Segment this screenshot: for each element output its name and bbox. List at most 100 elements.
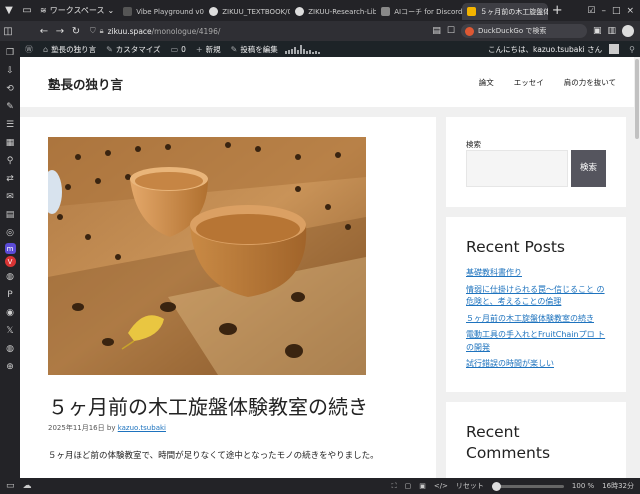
search-button[interactable]: 検索 bbox=[571, 150, 606, 187]
maximize-icon[interactable]: □ bbox=[612, 6, 621, 16]
account-menu[interactable]: こんにちは、kazuo.tsubaki さん bbox=[483, 41, 624, 57]
x-icon[interactable]: 𝕏 bbox=[2, 323, 18, 339]
post-meta: 2025年11月16日 by kazuo.tsubaki bbox=[48, 423, 166, 433]
greeting-text: こんにちは、kazuo.tsubaki さん bbox=[488, 44, 603, 54]
zoom-slider[interactable] bbox=[491, 481, 564, 491]
workspace-selector[interactable]: ≋ ワークスペース ⌄ bbox=[36, 0, 118, 21]
mail-icon[interactable]: ✉ bbox=[2, 189, 18, 205]
workspace-label: ワークスペース bbox=[49, 6, 105, 15]
close-window-icon[interactable]: × bbox=[626, 6, 634, 16]
sidebar-panel-icon[interactable]: ◫ bbox=[0, 26, 16, 37]
recent-post-link[interactable]: ５ヶ月前の木工旋盤体験教室の続き bbox=[466, 313, 608, 326]
page-scrollbar[interactable] bbox=[634, 57, 640, 478]
recent-post-link[interactable]: 電動工具の手入れとFruitChainプロ ト の開発 bbox=[466, 329, 608, 354]
recent-post-link[interactable]: 情弱に仕掛けられる罠〜信じること の危険と、考えることの倫理 bbox=[466, 284, 608, 309]
tab-zikuu-textbook[interactable]: ZIKUU_TEXTBOOK/01... bbox=[204, 3, 290, 20]
browser-side-panel: ❒ ⇩ ⟲ ✎ ☰ ▦ ⚲ ⇄ ✉ ▤ ◎ m V ◍ P ◉ 𝕏 ◍ ⊕ bbox=[0, 41, 20, 478]
translate-icon[interactable]: ⚲ bbox=[2, 153, 18, 169]
tiling-icon[interactable]: ▢ bbox=[405, 482, 412, 490]
profile-avatar[interactable] bbox=[622, 25, 634, 37]
layers-icon: ≋ bbox=[40, 6, 47, 15]
code-icon[interactable]: </> bbox=[434, 482, 448, 490]
forward-icon[interactable]: → bbox=[52, 26, 68, 37]
mastodon-icon[interactable]: m bbox=[4, 243, 16, 254]
wordpress-logo-icon[interactable]: Ⓦ bbox=[20, 41, 38, 57]
tab-current-post[interactable]: ５ヶ月前の木工旋盤体験... × bbox=[462, 3, 549, 20]
add-panel-icon[interactable]: ⊕ bbox=[2, 359, 18, 375]
comments-link[interactable]: ▭ 0 bbox=[166, 41, 191, 57]
feed-icon[interactable]: ◎ bbox=[2, 225, 18, 241]
search-engine-field[interactable]: DuckDuckGo で検索 bbox=[460, 24, 587, 38]
bookmark-icon[interactable]: ☐ bbox=[447, 26, 455, 36]
recent-comments-widget: Recent Comments bbox=[446, 402, 626, 478]
panel-icon[interactable]: ▥ bbox=[607, 26, 616, 36]
checkbox-icon[interactable]: ☑ bbox=[587, 6, 595, 16]
clock: 16時32分 bbox=[602, 482, 634, 490]
tab-label: Vibe Playground v0.2 bbox=[136, 7, 205, 16]
post-date[interactable]: 2025年11月16日 bbox=[48, 424, 105, 432]
zoom-slider-knob[interactable] bbox=[491, 481, 501, 491]
reload-icon[interactable]: ↻ bbox=[68, 26, 84, 37]
new-tab-button[interactable]: + bbox=[548, 3, 566, 18]
window-icon[interactable]: ▦ bbox=[2, 135, 18, 151]
nav-item-relax[interactable]: 肩の力を抜いて bbox=[564, 77, 616, 88]
zoom-reset-button[interactable]: リセット bbox=[456, 481, 484, 491]
calendar-icon[interactable]: ▤ bbox=[2, 207, 18, 223]
edit-post-link[interactable]: ✎ 投稿を編集 bbox=[226, 41, 283, 57]
tab-label: ZIKUU_TEXTBOOK/01... bbox=[222, 7, 291, 16]
customize-label: カスタマイズ bbox=[115, 44, 161, 54]
reader-mode-icon[interactable]: ▤ bbox=[432, 26, 441, 36]
home-icon: ⌂ bbox=[43, 44, 49, 54]
nav-item-papers[interactable]: 論文 bbox=[479, 77, 494, 88]
tab-favicon bbox=[467, 7, 477, 16]
admin-search-icon[interactable]: ⚲ bbox=[624, 41, 640, 57]
brush-icon: ✎ bbox=[106, 44, 113, 54]
post-author-link[interactable]: kazuo.tsubaki bbox=[118, 424, 166, 432]
customize-link[interactable]: ✎ カスタマイズ bbox=[101, 41, 165, 57]
extension-icon[interactable]: ▣ bbox=[593, 26, 602, 36]
cloud-sync-icon[interactable]: ☁ bbox=[23, 481, 32, 491]
recent-posts-widget: Recent Posts 基礎教科書作り 情弱に仕掛けられる罠〜信じること の危… bbox=[446, 217, 626, 392]
bookmarks-icon[interactable]: ❒ bbox=[2, 45, 18, 61]
discord-icon[interactable]: ◉ bbox=[2, 305, 18, 321]
nav-item-essays[interactable]: エッセイ bbox=[514, 77, 544, 88]
comments-count: 0 bbox=[181, 44, 186, 54]
site-navigation: 論文 エッセイ 肩の力を抜いて bbox=[479, 77, 616, 88]
recent-post-link[interactable]: 基礎教科書作り bbox=[466, 267, 608, 280]
back-icon[interactable]: ← bbox=[36, 26, 52, 37]
panel-toggle-icon[interactable]: ▭ bbox=[6, 481, 15, 491]
search-label: 検索 bbox=[466, 140, 481, 149]
sidebar-toggle-icon[interactable]: ▭ bbox=[18, 0, 36, 21]
reading-list-icon[interactable]: ☰ bbox=[2, 117, 18, 133]
url-field[interactable]: ⛉ 🔒︎ zikuu.space/monologue/4196/ bbox=[90, 26, 220, 36]
capture-icon[interactable]: ⛶ bbox=[392, 482, 397, 491]
tab-vibe-playground[interactable]: Vibe Playground v0.2 bbox=[118, 3, 204, 20]
search-input[interactable] bbox=[466, 150, 568, 187]
recent-post-link[interactable]: 試行錯誤の時間が楽しい bbox=[466, 358, 608, 371]
tab-label: ５ヶ月前の木工旋盤体験... bbox=[480, 7, 549, 16]
history-icon[interactable]: ⟲ bbox=[2, 81, 18, 97]
minimize-icon[interactable]: – bbox=[601, 6, 606, 16]
article: ５ヶ月前の木工旋盤体験教室の続き 2025年11月16日 by kazuo.ts… bbox=[20, 117, 436, 478]
tab-ai-coach[interactable]: AIコーチ for Discord Da... bbox=[376, 3, 462, 20]
site-title[interactable]: 塾長の独り言 bbox=[48, 74, 123, 93]
downloads-icon[interactable]: ⇩ bbox=[2, 63, 18, 79]
admin-site-name[interactable]: ⌂ 塾長の独り言 bbox=[38, 41, 101, 57]
tab-favicon bbox=[381, 7, 391, 16]
browser-menu-icon[interactable]: ▼ bbox=[0, 0, 18, 21]
globe-icon[interactable]: ◍ bbox=[2, 269, 18, 285]
tab-zikuu-research[interactable]: ZIKUU-Research-Librar... bbox=[290, 3, 376, 20]
vivaldi-icon[interactable]: V bbox=[4, 256, 16, 267]
new-content-link[interactable]: + 新規 bbox=[191, 41, 226, 57]
notes-icon[interactable]: ✎ bbox=[2, 99, 18, 115]
stats-sparkline[interactable] bbox=[284, 44, 321, 54]
search-widget: 検索 検索 bbox=[446, 117, 626, 207]
sync-icon[interactable]: ⇄ bbox=[2, 171, 18, 187]
shield-icon: ⛉ bbox=[90, 26, 96, 35]
image-icon[interactable]: ▣ bbox=[419, 482, 426, 490]
web-panel-icon[interactable]: ◍ bbox=[2, 341, 18, 357]
scrollbar-thumb[interactable] bbox=[635, 59, 639, 139]
comment-icon: ▭ bbox=[170, 44, 179, 54]
duckduckgo-icon bbox=[464, 26, 474, 36]
pocket-icon[interactable]: P bbox=[2, 287, 18, 303]
